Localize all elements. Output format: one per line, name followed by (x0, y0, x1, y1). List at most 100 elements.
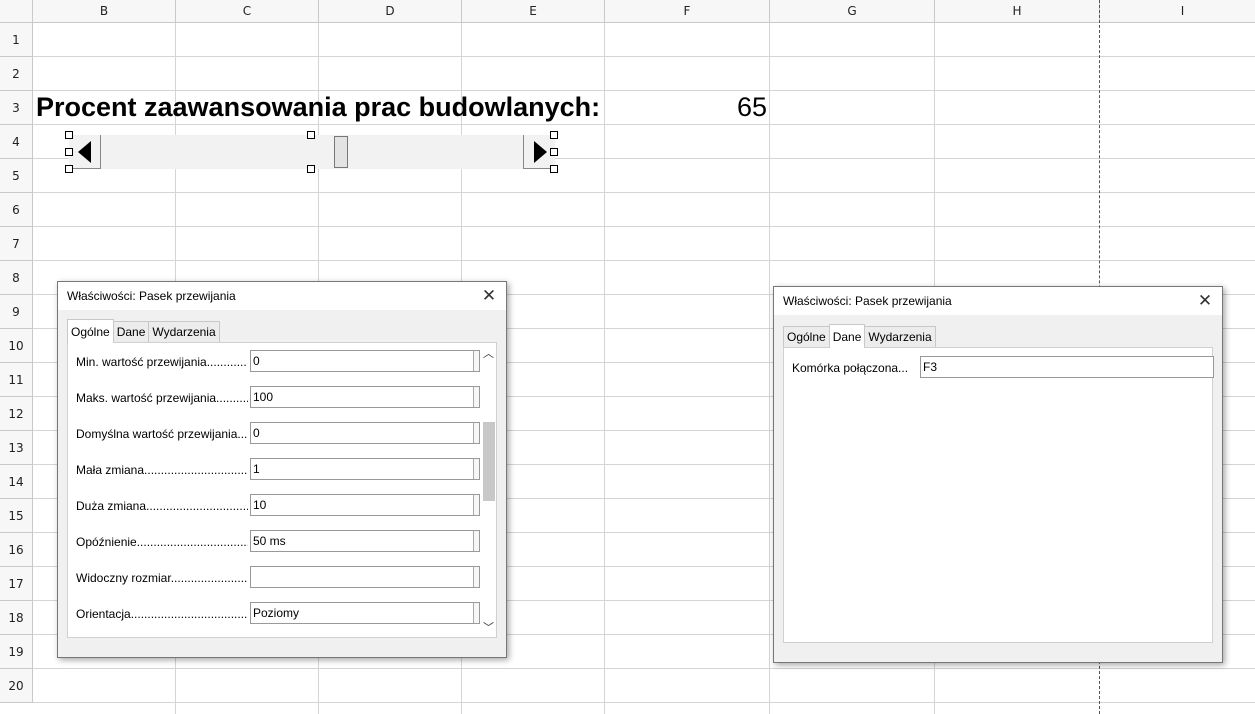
selection-handle[interactable] (65, 148, 73, 156)
spin-button[interactable] (473, 603, 479, 623)
tab-events[interactable]: Wydarzenia (864, 326, 936, 348)
close-icon[interactable]: ✕ (478, 285, 500, 307)
panel-scroll-thumb[interactable] (483, 422, 495, 501)
dialog-title: Właściwości: Pasek przewijania (67, 289, 236, 303)
row-header-6[interactable]: 6 (0, 193, 33, 227)
property-label: Min. wartość przewijania............ (76, 355, 247, 369)
selection-handle[interactable] (550, 148, 558, 156)
property-input[interactable]: Poziomy (250, 602, 480, 624)
arrow-right-icon (534, 141, 547, 163)
tab-events[interactable]: Wydarzenia (148, 321, 220, 343)
row-header-15[interactable]: 15 (0, 499, 33, 533)
property-input[interactable]: 1 (250, 458, 480, 480)
property-input[interactable] (250, 566, 480, 588)
row-header-11[interactable]: 11 (0, 363, 33, 397)
scrollbar-control[interactable] (69, 135, 555, 169)
property-value: 0 (253, 354, 260, 368)
spin-button[interactable] (473, 351, 479, 371)
data-panel: Komórka połączona... F3 (783, 347, 1214, 643)
cell-b3-title[interactable]: Procent zaawansowania prac budowlanych: (36, 90, 600, 124)
scroll-left-button[interactable] (69, 135, 101, 169)
property-input[interactable]: 0 (250, 350, 480, 372)
row-header-8[interactable]: 8 (0, 261, 33, 295)
spin-button[interactable] (473, 567, 479, 587)
row-header-16[interactable]: 16 (0, 533, 33, 567)
scrollbar-thumb[interactable] (334, 136, 349, 168)
property-value: 100 (253, 390, 274, 404)
property-label: Mała zmiana.............................… (76, 463, 248, 477)
selection-handle[interactable] (307, 165, 315, 173)
spin-button[interactable] (473, 387, 479, 407)
tab-general[interactable]: Ogólne (783, 326, 830, 348)
spin-button[interactable] (473, 423, 479, 443)
property-row: Mała zmiana.............................… (76, 458, 486, 482)
dialog-title-bar[interactable]: Właściwości: Pasek przewijania (774, 287, 1222, 315)
property-input[interactable]: 50 ms (250, 530, 480, 552)
row-header-2[interactable]: 2 (0, 57, 33, 91)
dialog-title-bar[interactable]: Właściwości: Pasek przewijania (58, 282, 506, 310)
property-input[interactable]: 100 (250, 386, 480, 408)
close-icon[interactable]: ✕ (1194, 290, 1216, 312)
property-input[interactable]: 0 (250, 422, 480, 444)
row-header-9[interactable]: 9 (0, 295, 33, 329)
selection-handle[interactable] (307, 131, 315, 139)
property-label: Duża zmiana.............................… (76, 499, 248, 513)
tab-data[interactable]: Dane (112, 321, 150, 343)
grid-line (33, 56, 1255, 57)
tab-data[interactable]: Dane (828, 324, 866, 348)
selection-handle[interactable] (550, 131, 558, 139)
property-row: Orientacja..............................… (76, 602, 486, 626)
property-value: Poziomy (253, 606, 300, 620)
cell-f3-linked-value[interactable]: 65 (606, 90, 767, 124)
column-header-h[interactable]: H (935, 0, 1100, 23)
row-header-19[interactable]: 19 (0, 635, 33, 669)
selection-handle[interactable] (550, 165, 558, 173)
column-header-d[interactable]: D (319, 0, 462, 23)
column-header-e[interactable]: E (462, 0, 605, 23)
property-label: Widoczny rozmiar........................… (76, 571, 248, 585)
panel-vertical-scrollbar[interactable]: ︿ ﹀ (481, 343, 496, 637)
tab-bar: Ogólne Dane Wydarzenia (67, 319, 220, 343)
chevron-down-icon[interactable]: ﹀ (481, 619, 496, 635)
column-header-g[interactable]: G (770, 0, 935, 23)
property-label: Opóźnienie..............................… (76, 535, 248, 549)
row-header-14[interactable]: 14 (0, 465, 33, 499)
grid-line (604, 23, 605, 714)
row-header-13[interactable]: 13 (0, 431, 33, 465)
property-value: 1 (253, 462, 260, 476)
row-header-17[interactable]: 17 (0, 567, 33, 601)
properties-panel: Min. wartość przewijania............ 0 Mak… (67, 342, 497, 638)
row-header-3[interactable]: 3 (0, 91, 33, 125)
row-header-5[interactable]: 5 (0, 159, 33, 193)
linked-cell-input[interactable]: F3 (920, 356, 1214, 378)
selection-handle[interactable] (65, 165, 73, 173)
dialog-title: Właściwości: Pasek przewijania (783, 294, 952, 308)
row-header-4[interactable]: 4 (0, 125, 33, 159)
tab-general[interactable]: Ogólne (67, 319, 114, 343)
column-header-c[interactable]: C (176, 0, 319, 23)
spin-button[interactable] (473, 495, 479, 515)
row-header-1[interactable]: 1 (0, 23, 33, 57)
row-header-10[interactable]: 10 (0, 329, 33, 363)
selection-handle[interactable] (65, 131, 73, 139)
property-row: Domyślna wartość przewijania... 0 (76, 422, 486, 446)
property-input[interactable]: 10 (250, 494, 480, 516)
column-header-f[interactable]: F (605, 0, 770, 23)
property-value: 0 (253, 426, 260, 440)
property-label: Domyślna wartość przewijania... (76, 427, 248, 441)
spin-button[interactable] (473, 459, 479, 479)
column-header-b[interactable]: B (33, 0, 176, 23)
row-header-7[interactable]: 7 (0, 227, 33, 261)
property-value: 10 (253, 498, 267, 512)
spin-button[interactable] (473, 531, 479, 551)
column-header-i[interactable]: I (1100, 0, 1255, 23)
arrow-left-icon (78, 141, 91, 163)
row-header-18[interactable]: 18 (0, 601, 33, 635)
property-label: Maks. wartość przewijania.......... (76, 391, 248, 405)
row-header-12[interactable]: 12 (0, 397, 33, 431)
property-row: Duża zmiana.............................… (76, 494, 486, 518)
select-all-corner[interactable] (0, 0, 33, 23)
row-header-20[interactable]: 20 (0, 669, 33, 703)
linked-cell-label: Komórka połączona... (792, 361, 909, 375)
chevron-up-icon[interactable]: ︿ (481, 345, 496, 361)
